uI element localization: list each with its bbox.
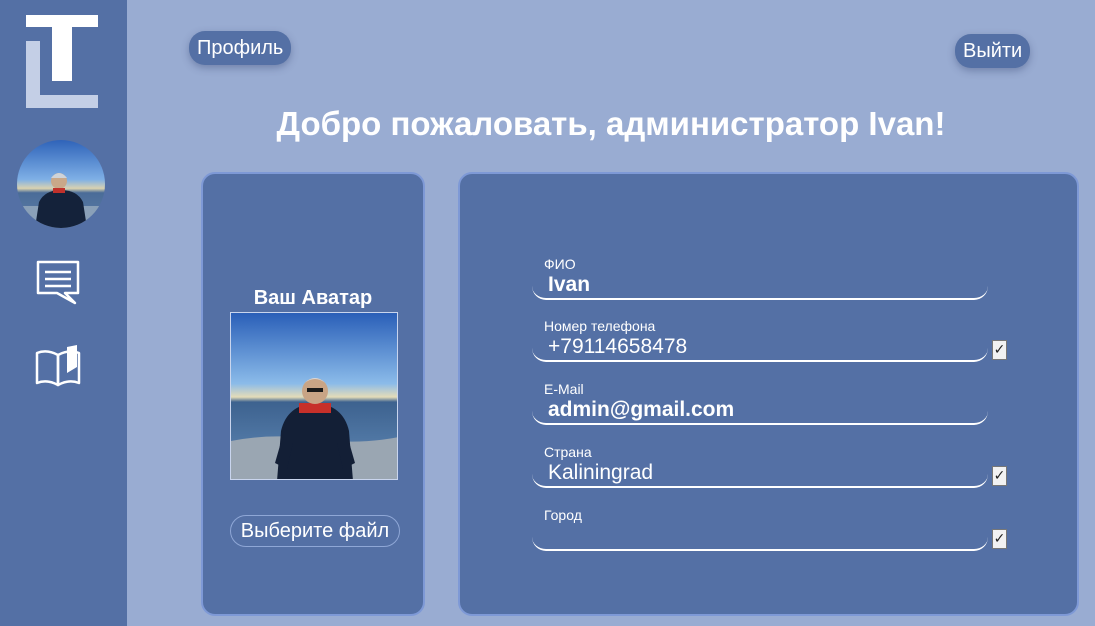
city-checkbox[interactable]: ✓ [992,529,1007,549]
field-city: Город ✓ [532,507,1007,557]
field-label: E-Mail [544,381,584,397]
field-phone: Номер телефона ✓ [532,318,1007,368]
profile-panel: ФИО Номер телефона ✓ E-Mail Страна ✓ Гор… [458,172,1079,616]
book-icon[interactable] [35,343,81,389]
field-label: ФИО [544,256,576,272]
city-input[interactable] [532,523,988,551]
field-email: E-Mail [532,381,988,431]
country-input[interactable] [532,460,988,488]
choose-file-button[interactable]: Выберите файл [230,515,400,547]
avatar-image [230,312,398,480]
field-country: Страна ✓ [532,444,1007,494]
phone-checkbox[interactable]: ✓ [992,340,1007,360]
sidebar [0,0,127,626]
avatar-title: Ваш Аватар [253,287,373,309]
country-checkbox[interactable]: ✓ [992,466,1007,486]
field-label: Город [544,507,582,523]
logout-button[interactable]: Выйти [955,34,1031,68]
avatar-photo [17,140,105,228]
field-label: Номер телефона [544,318,656,334]
page-title: Добро пожаловать, администратор Ivan! [276,105,946,142]
logo [26,15,98,108]
field-fio: ФИО [532,256,988,306]
avatar-panel: Ваш Аватар Выберите файл [201,172,425,616]
sidebar-avatar[interactable] [17,140,105,228]
field-label: Страна [544,444,592,460]
phone-input[interactable] [532,334,988,362]
email-input[interactable] [532,397,988,425]
profile-button[interactable]: Профиль [189,31,292,65]
fio-input[interactable] [532,272,988,300]
chat-icon[interactable] [35,259,81,305]
